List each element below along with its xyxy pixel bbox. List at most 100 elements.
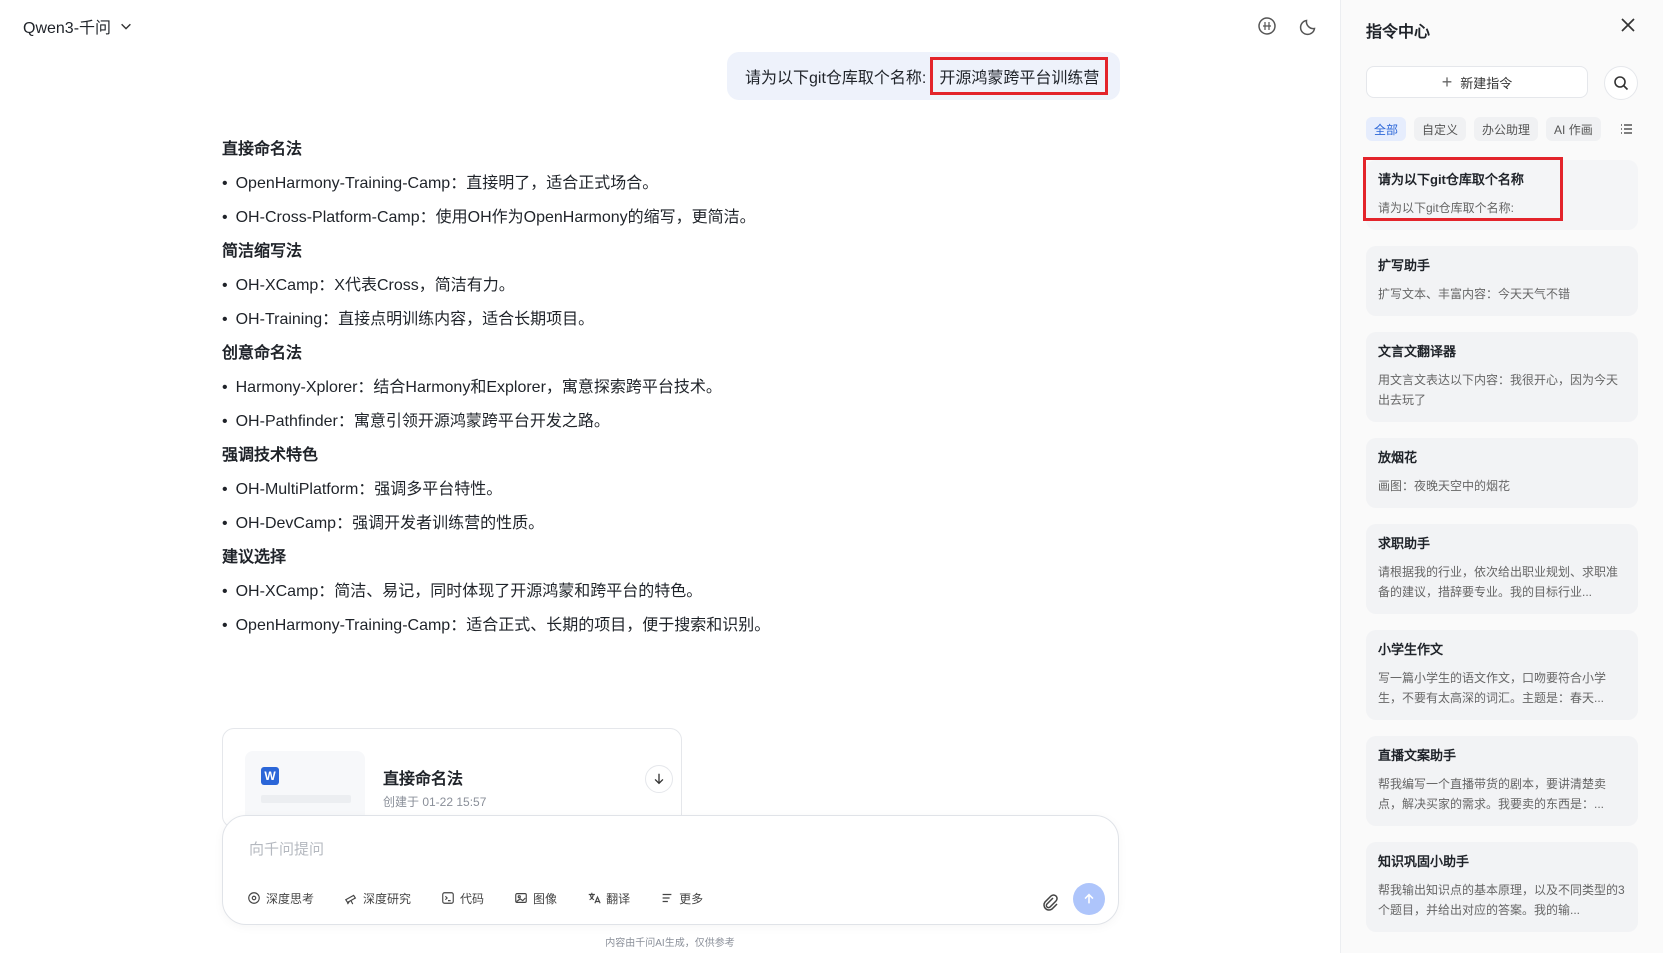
- user-message-text: 请为以下git仓库取个名称:: [745, 70, 927, 87]
- search-button[interactable]: [1604, 66, 1638, 100]
- brain-icon: [248, 892, 260, 904]
- translate-icon: [588, 892, 601, 904]
- category-list-button[interactable]: [1611, 117, 1641, 141]
- tool-image[interactable]: 图像: [504, 884, 567, 912]
- answer-section: 强调技术特色 OH-MultiPlatform：强调多平台特性。 OH-DevC…: [222, 446, 1122, 534]
- command-card[interactable]: 求职助手 请根据我的行业，依次给出职业规划、求职准备的建议，措辞要专业。我的目标…: [1366, 524, 1638, 614]
- download-button[interactable]: [645, 765, 673, 793]
- attachment-button[interactable]: [1040, 892, 1060, 912]
- answer-section: 简洁缩写法 OH-XCamp：X代表Cross，简洁有力。 OH-Trainin…: [222, 242, 1122, 330]
- list-icon: [1621, 124, 1632, 134]
- answer-section: 创意命名法 Harmony-Xplorer：结合Harmony和Explorer…: [222, 344, 1122, 432]
- command-card[interactable]: 知识巩固小助手 帮我输出知识点的基本原理，以及不同类型的3个题目，并给出对应的答…: [1366, 842, 1638, 932]
- command-tabs: 全部 自定义 办公助理 AI 作画: [1366, 117, 1601, 141]
- tool-deep-research[interactable]: 深度研究: [334, 884, 421, 912]
- paperclip-icon: [1043, 894, 1058, 911]
- command-title: 求职助手: [1378, 536, 1431, 551]
- document-meta: 创建于 01-22 15:57: [383, 795, 487, 809]
- tab-ai-drawing[interactable]: AI 作画: [1546, 117, 1601, 141]
- command-card[interactable]: 请为以下git仓库取个名称 请为以下git仓库取个名称:: [1363, 157, 1638, 230]
- answer-section: 直接命名法 OpenHarmony-Training-Camp：直接明了，适合正…: [222, 140, 1122, 228]
- model-selector[interactable]: Qwen3-千问: [23, 14, 133, 38]
- document-title: 直接命名法: [383, 771, 464, 788]
- new-command-button[interactable]: + 新建指令: [1366, 66, 1588, 98]
- dark-mode-icon[interactable]: [1297, 14, 1321, 38]
- list-item: OH-Cross-Platform-Camp：使用OH作为OpenHarmony…: [222, 208, 1122, 228]
- command-title: 扩写助手: [1378, 258, 1431, 273]
- section-title: 创意命名法: [222, 345, 303, 362]
- command-center-panel: 指令中心 + 新建指令 全部 自定义 办公助理 AI 作画 请为以下git仓库取…: [1340, 0, 1663, 953]
- tool-label: 更多: [679, 891, 704, 906]
- tool-label: 代码: [460, 891, 485, 906]
- list-item: OH-Pathfinder：寓意引领开源鸿蒙跨平台开发之路。: [222, 412, 1122, 432]
- tool-label: 深度思考: [266, 891, 315, 906]
- tool-label: 翻译: [606, 891, 631, 906]
- panel-title: 指令中心: [1366, 24, 1431, 41]
- chat-area: Qwen3-千问 请为以下git仓库取个名称: 开源鸿蒙跨平台训练营 直接命名法…: [0, 0, 1340, 953]
- tab-custom[interactable]: 自定义: [1414, 117, 1467, 141]
- word-icon: W: [261, 767, 279, 785]
- command-desc: 画图：夜晚天空中的烟花: [1378, 479, 1511, 493]
- list-item: OH-Training：直接点明训练内容，适合长期项目。: [222, 310, 1122, 330]
- command-desc: 写一篇小学生的语文作文，口吻要符合小学生，不要有太高深的词汇。主题是：春天...: [1378, 671, 1607, 705]
- highlight-box: [1363, 157, 1563, 221]
- menu-lines-icon: [662, 893, 672, 903]
- code-icon: [442, 892, 454, 904]
- section-title: 强调技术特色: [222, 447, 319, 464]
- user-message-highlight: 开源鸿蒙跨平台训练营: [930, 57, 1109, 95]
- list-item: OpenHarmony-Training-Camp：直接明了，适合正式场合。: [222, 174, 1122, 194]
- list-item: OpenHarmony-Training-Camp：适合正式、长期的项目，便于搜…: [222, 616, 1122, 636]
- model-label: Qwen3-千问: [23, 20, 112, 37]
- command-title: 直播文案助手: [1378, 748, 1457, 763]
- list-item: Harmony-Xplorer：结合Harmony和Explorer，寓意探索跨…: [222, 378, 1122, 398]
- command-title: 小学生作文: [1378, 642, 1444, 657]
- command-desc: 扩写文本、丰富内容：今天天气不错: [1378, 287, 1571, 301]
- command-title: 放烟花: [1378, 450, 1418, 465]
- command-desc: 帮我编写一个直播带货的剧本，要讲清楚卖点，解决买家的需求。我要卖的东西是：...: [1378, 777, 1607, 811]
- section-title: 简洁缩写法: [222, 243, 303, 260]
- telescope-icon: [344, 894, 357, 905]
- ai-disclaimer: 内容由千问AI生成，仅供参考: [605, 938, 735, 949]
- command-card[interactable]: 扩写助手 扩写文本、丰富内容：今天天气不错: [1366, 246, 1638, 316]
- send-button[interactable]: [1073, 883, 1105, 915]
- plus-icon: +: [1441, 72, 1453, 92]
- composer-placeholder[interactable]: 向千问提问: [249, 838, 324, 859]
- chevron-down-icon: [121, 23, 131, 30]
- section-title: 直接命名法: [222, 141, 303, 158]
- tool-code[interactable]: 代码: [431, 884, 494, 912]
- command-title: 知识巩固小助手: [1378, 854, 1470, 869]
- search-icon: [1614, 76, 1629, 91]
- command-desc: 帮我输出知识点的基本原理，以及不同类型的3个题目，并给出对应的答案。我的输...: [1378, 883, 1625, 917]
- tool-label: 深度研究: [363, 891, 412, 906]
- command-title: 文言文翻译器: [1378, 344, 1457, 359]
- tab-all[interactable]: 全部: [1366, 117, 1407, 141]
- history-icon[interactable]: [1255, 14, 1279, 38]
- command-card[interactable]: 放烟花 画图：夜晚天空中的烟花: [1366, 438, 1638, 508]
- thumbnail-line: [261, 795, 351, 803]
- section-title: 建议选择: [222, 549, 287, 566]
- tool-translate[interactable]: 翻译: [577, 884, 640, 912]
- image-icon: [515, 893, 527, 903]
- close-panel-button[interactable]: [1619, 16, 1643, 40]
- document-card[interactable]: W 直接命名法 创建于 01-22 15:57: [222, 728, 682, 828]
- tab-office[interactable]: 办公助理: [1474, 117, 1539, 141]
- command-list: 请为以下git仓库取个名称 请为以下git仓库取个名称: 扩写助手 扩写文本、丰…: [1363, 157, 1638, 948]
- list-item: OH-XCamp：X代表Cross，简洁有力。: [222, 276, 1122, 296]
- command-desc: 用文言文表达以下内容：我很开心，因为今天出去玩了: [1378, 373, 1619, 407]
- answer-section: 建议选择 OH-XCamp：简洁、易记，同时体现了开源鸿蒙和跨平台的特色。 Op…: [222, 548, 1122, 636]
- command-desc: 请根据我的行业，依次给出职业规划、求职准备的建议，措辞要专业。我的目标行业...: [1378, 565, 1619, 599]
- list-item: OH-MultiPlatform：强调多平台特性。: [222, 480, 1122, 500]
- user-message: 请为以下git仓库取个名称: 开源鸿蒙跨平台训练营: [727, 52, 1121, 100]
- top-right-toolbar: [1255, 14, 1321, 38]
- list-item: OH-XCamp：简洁、易记，同时体现了开源鸿蒙和跨平台的特色。: [222, 582, 1122, 602]
- list-item: OH-DevCamp：强调开发者训练营的性质。: [222, 514, 1122, 534]
- command-card[interactable]: 小学生作文 写一篇小学生的语文作文，口吻要符合小学生，不要有太高深的词汇。主题是…: [1366, 630, 1638, 720]
- message-composer[interactable]: 向千问提问 深度思考 深度研究 代码 图像 翻译 更多: [222, 815, 1119, 925]
- close-icon: [1621, 18, 1635, 32]
- tool-deep-think[interactable]: 深度思考: [237, 884, 324, 912]
- tool-label: 图像: [533, 891, 558, 906]
- command-card[interactable]: 直播文案助手 帮我编写一个直播带货的剧本，要讲清楚卖点，解决买家的需求。我要卖的…: [1366, 736, 1638, 826]
- composer-toolbar: 深度思考 深度研究 代码 图像 翻译 更多: [237, 884, 713, 912]
- command-card[interactable]: 文言文翻译器 用文言文表达以下内容：我很开心，因为今天出去玩了: [1366, 332, 1638, 422]
- tool-more[interactable]: 更多: [650, 884, 713, 912]
